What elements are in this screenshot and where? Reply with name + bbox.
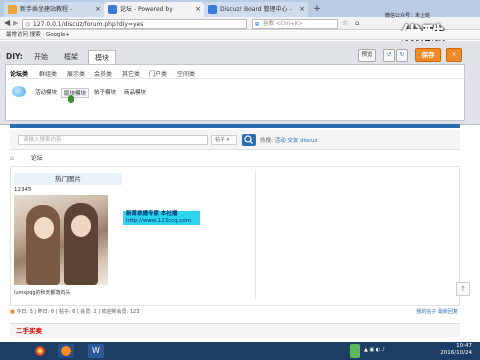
browser-tab-1[interactable]: 新手乘坐建站教程 - × [4, 2, 104, 17]
diy-tab-start[interactable]: 开始 [28, 50, 54, 64]
forum-stats: ■ 今日: 3 | 昨日: 0 | 帖子: 6 | 会员: 2 | 欢迎新会员:… [10, 307, 460, 318]
ad-banner[interactable]: 新首录播专家 本社播 http://www.123ccq.com [123, 211, 200, 225]
close-icon: × [451, 51, 457, 58]
browser-search-box[interactable]: g 谷歌 <Ctrl+K> [252, 19, 338, 29]
browser-tab-3[interactable]: Discuz! Board 管理中心 - × [204, 2, 308, 17]
hot-pic-image[interactable] [14, 195, 108, 285]
tab-label: Discuz! Board 管理中心 - [220, 6, 292, 13]
new-tab-button[interactable]: + [310, 2, 324, 17]
breadcrumb-forum[interactable]: 论坛 [31, 155, 43, 162]
forum-search-input[interactable]: 请输入搜索内容 [18, 135, 208, 145]
photo-face-left [34, 217, 54, 239]
column-divider [255, 170, 256, 300]
globe-icon: ◎ [25, 21, 31, 28]
browser-search-placeholder: 谷歌 <Ctrl+K> [263, 21, 303, 27]
firefox-icon[interactable] [58, 344, 74, 358]
header-blue-bar [10, 124, 460, 128]
stats-icon: ■ [10, 309, 15, 315]
photo-face-right [71, 215, 91, 237]
subtab-space[interactable]: 空间类 [177, 69, 195, 78]
home-icon[interactable]: ⌂ [355, 19, 365, 29]
hot-label: 热搜: [260, 138, 273, 144]
subtab-portal[interactable]: 门户类 [149, 69, 167, 78]
site-favicon-icon [108, 5, 117, 14]
hot-pics-title: 热门图片 [14, 173, 122, 185]
diy-label: DIY: [6, 52, 23, 61]
back-to-top-button[interactable]: ↑ [456, 282, 470, 296]
module-activity[interactable]: 活动模块 [33, 88, 59, 98]
breadcrumb: ⌂ 论坛 [10, 153, 460, 164]
redo-icon: ↻ [399, 52, 405, 58]
clock-time: 10:47 [456, 343, 472, 349]
module-thread[interactable]: 帖子模块 [92, 88, 118, 98]
close-diy-button[interactable]: × [446, 48, 462, 62]
redo-button[interactable]: ↻ [396, 49, 408, 62]
close-tab-icon[interactable]: × [299, 2, 305, 17]
module-speech-bubble-icon [12, 86, 26, 97]
stats-links[interactable]: 我的帖子 最新回复 [416, 307, 458, 318]
undo-button[interactable]: ↺ [383, 49, 395, 62]
hot-term[interactable]: 活动 [275, 138, 286, 144]
preview-button[interactable]: 预览 [358, 49, 376, 62]
diy-tab-frame[interactable]: 框架 [58, 50, 84, 64]
home-icon[interactable]: ⌂ [10, 155, 14, 162]
subtab-display[interactable]: 展示类 [67, 69, 85, 78]
search-scope-value: 帖子 [215, 137, 226, 143]
banner-line-2: http://www.123ccq.com [126, 218, 192, 224]
subtab-group[interactable]: 群组类 [39, 69, 57, 78]
forum-search-button[interactable] [242, 134, 256, 146]
word-icon[interactable]: W [88, 344, 104, 358]
hot-term[interactable]: 交友 [287, 138, 298, 144]
photo-caption[interactable]: lumspqg的秋天都落石头 [14, 289, 71, 296]
save-button[interactable]: 保存 [415, 48, 441, 62]
undo-icon: ↺ [386, 52, 392, 58]
site-favicon-icon [208, 5, 217, 14]
subtab-other[interactable]: 其它类 [122, 69, 140, 78]
subtab-member[interactable]: 会员类 [94, 69, 112, 78]
search-icon [244, 135, 253, 144]
hot-term[interactable]: discuz [300, 138, 317, 144]
search-scope-select[interactable]: 帖子 ▾ [211, 135, 237, 145]
bookmarks-bar: 最常访问 搜索 · Google+ [0, 31, 480, 40]
diy-tab-module[interactable]: 模块 [88, 50, 116, 64]
clock-date: 2016/10/24 [440, 350, 472, 356]
count-text: 12345 [14, 187, 32, 193]
tab-label: 新手乘坐建站教程 - [20, 6, 73, 13]
section-header-secondhand[interactable]: 二手买卖 [10, 323, 460, 337]
module-goods[interactable]: 商品模块 [122, 88, 148, 98]
cursor-icon [68, 95, 74, 103]
panel-divider [10, 78, 465, 79]
tray-icons[interactable]: ▲ ▣ ◐ ♪ [364, 347, 404, 355]
hot-search: 热搜: 活动 交友 discuz [260, 136, 317, 144]
tab-label: 论坛 - Powered by [120, 6, 173, 13]
google-icon: g [255, 21, 259, 27]
close-tab-icon[interactable]: × [95, 2, 101, 17]
start-button-icon[interactable] [32, 344, 48, 358]
subtab-forum[interactable]: 论坛类 [10, 69, 28, 78]
url-text: 127.0.0.1/discuz/forum.php?diy=yes [33, 21, 144, 28]
url-bar[interactable]: ◎ 127.0.0.1/discuz/forum.php?diy=yes [22, 19, 247, 29]
stats-text: 今日: 3 | 昨日: 0 | 帖子: 6 | 会员: 2 | 欢迎新会员: 1… [16, 309, 140, 315]
module-board[interactable]: 版块模块 [61, 88, 90, 98]
tray-app-icon[interactable] [350, 344, 360, 358]
bookmark-star-icon[interactable]: ☆ [342, 19, 352, 29]
close-tab-icon[interactable]: × [195, 2, 201, 17]
taskbar-clock[interactable]: 10:47 2016/10/24 [440, 343, 472, 357]
forward-arrow-icon[interactable]: ▶ [13, 19, 18, 27]
site-favicon-icon [8, 5, 17, 14]
back-arrow-icon[interactable]: ◀ [4, 18, 10, 27]
browser-tab-2[interactable]: 论坛 - Powered by × [104, 2, 204, 17]
bookmarks-text[interactable]: 最常访问 搜索 · Google+ [0, 32, 70, 38]
banner-line-1: 新首录播专家 本社播 [126, 211, 178, 217]
